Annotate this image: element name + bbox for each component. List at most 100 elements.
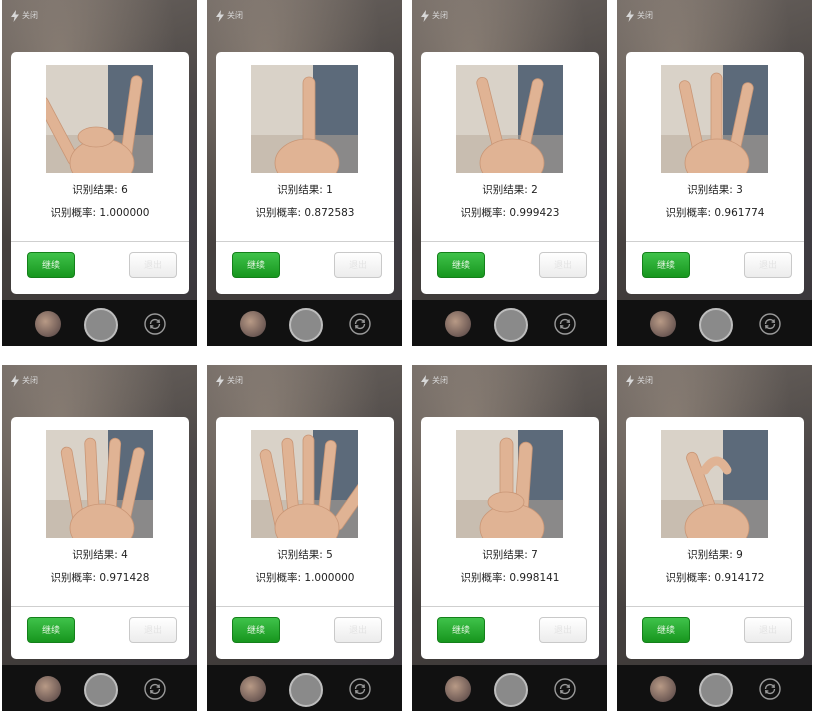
close-label[interactable]: 关闭	[432, 10, 448, 22]
camera-controls	[412, 300, 607, 346]
phone-screen-7: 关闭 识别结果: 7 识别概率: 0.998141 继续 退出	[412, 365, 607, 711]
recognition-result: 识别结果: 3	[626, 182, 804, 197]
probability-label: 识别概率:	[460, 207, 510, 219]
exit-button[interactable]: 退出	[334, 617, 382, 643]
gallery-thumbnail[interactable]	[650, 311, 676, 337]
shutter-button[interactable]	[84, 308, 118, 342]
result-label: 识别结果:	[482, 549, 532, 561]
exit-button[interactable]: 退出	[539, 252, 587, 278]
gallery-thumbnail[interactable]	[35, 676, 61, 702]
continue-button[interactable]: 继续	[27, 617, 75, 643]
exit-button[interactable]: 退出	[129, 252, 177, 278]
top-bar[interactable]: 关闭	[625, 9, 653, 23]
gesture-photo	[456, 65, 563, 173]
recognition-probability: 识别概率: 0.961774	[626, 205, 804, 220]
gesture-photo	[456, 430, 563, 538]
shutter-button[interactable]	[699, 308, 733, 342]
exit-button[interactable]: 退出	[129, 617, 177, 643]
continue-button[interactable]: 继续	[232, 617, 280, 643]
recognition-result: 识别结果: 6	[11, 182, 189, 197]
continue-button[interactable]: 继续	[642, 617, 690, 643]
result-label: 识别结果:	[687, 184, 737, 196]
switch-camera-icon[interactable]	[759, 313, 781, 335]
camera-controls	[2, 300, 197, 346]
switch-camera-icon[interactable]	[759, 678, 781, 700]
recognition-result: 识别结果: 2	[421, 182, 599, 197]
result-dialog: 识别结果: 1 识别概率: 0.872583 继续 退出	[216, 52, 394, 294]
gallery-thumbnail[interactable]	[35, 311, 61, 337]
result-label: 识别结果:	[687, 549, 737, 561]
continue-button[interactable]: 继续	[27, 252, 75, 278]
exit-button[interactable]: 退出	[539, 617, 587, 643]
result-value: 9	[736, 549, 743, 561]
shutter-button[interactable]	[699, 673, 733, 707]
top-bar[interactable]: 关闭	[420, 9, 448, 23]
close-label[interactable]: 关闭	[432, 375, 448, 387]
dialog-divider	[11, 606, 189, 607]
phone-screen-5: 关闭 识别结果: 4 识别概率: 0.971428 继续 退出	[2, 365, 197, 711]
exit-button[interactable]: 退出	[744, 617, 792, 643]
top-bar[interactable]: 关闭	[10, 9, 38, 23]
close-label[interactable]: 关闭	[227, 375, 243, 387]
switch-camera-icon[interactable]	[554, 678, 576, 700]
phone-screen-1: 关闭 识别结果: 6 识别概率: 1.000000 继续 退出	[2, 0, 197, 346]
exit-button[interactable]: 退出	[744, 252, 792, 278]
result-value: 7	[531, 549, 538, 561]
gesture-photo	[251, 430, 358, 538]
close-label[interactable]: 关闭	[22, 375, 38, 387]
top-bar[interactable]: 关闭	[215, 9, 243, 23]
shutter-button[interactable]	[289, 673, 323, 707]
probability-label: 识别概率:	[460, 572, 510, 584]
gallery-thumbnail[interactable]	[445, 311, 471, 337]
result-label: 识别结果:	[277, 184, 327, 196]
shutter-button[interactable]	[84, 673, 118, 707]
flash-icon[interactable]	[625, 375, 635, 387]
gallery-thumbnail[interactable]	[240, 676, 266, 702]
top-bar[interactable]: 关闭	[215, 374, 243, 388]
result-value: 5	[326, 549, 333, 561]
shutter-button[interactable]	[494, 673, 528, 707]
top-bar[interactable]: 关闭	[10, 374, 38, 388]
recognition-result: 识别结果: 4	[11, 547, 189, 562]
flash-icon[interactable]	[420, 375, 430, 387]
gallery-thumbnail[interactable]	[240, 311, 266, 337]
probability-label: 识别概率:	[50, 572, 100, 584]
flash-icon[interactable]	[10, 375, 20, 387]
result-dialog: 识别结果: 9 识别概率: 0.914172 继续 退出	[626, 417, 804, 659]
gallery-thumbnail[interactable]	[650, 676, 676, 702]
close-label[interactable]: 关闭	[637, 375, 653, 387]
result-label: 识别结果:	[72, 549, 122, 561]
phone-screen-2: 关闭 识别结果: 1 识别概率: 0.872583 继续 退出	[207, 0, 402, 346]
dialog-divider	[626, 241, 804, 242]
continue-button[interactable]: 继续	[437, 617, 485, 643]
shutter-button[interactable]	[289, 308, 323, 342]
switch-camera-icon[interactable]	[554, 313, 576, 335]
dialog-divider	[11, 241, 189, 242]
flash-icon[interactable]	[10, 10, 20, 22]
gallery-thumbnail[interactable]	[445, 676, 471, 702]
close-label[interactable]: 关闭	[227, 10, 243, 22]
close-label[interactable]: 关闭	[22, 10, 38, 22]
exit-button[interactable]: 退出	[334, 252, 382, 278]
phone-screen-4: 关闭 识别结果: 3 识别概率: 0.961774 继续 退出	[617, 0, 812, 346]
camera-controls	[207, 300, 402, 346]
continue-button[interactable]: 继续	[232, 252, 280, 278]
gesture-photo	[46, 65, 153, 173]
camera-controls	[2, 665, 197, 711]
continue-button[interactable]: 继续	[437, 252, 485, 278]
result-dialog: 识别结果: 2 识别概率: 0.999423 继续 退出	[421, 52, 599, 294]
continue-button[interactable]: 继续	[642, 252, 690, 278]
top-bar[interactable]: 关闭	[420, 374, 448, 388]
flash-icon[interactable]	[215, 375, 225, 387]
result-dialog: 识别结果: 3 识别概率: 0.961774 继续 退出	[626, 52, 804, 294]
switch-camera-icon[interactable]	[144, 313, 166, 335]
shutter-button[interactable]	[494, 308, 528, 342]
flash-icon[interactable]	[420, 10, 430, 22]
switch-camera-icon[interactable]	[144, 678, 166, 700]
switch-camera-icon[interactable]	[349, 313, 371, 335]
switch-camera-icon[interactable]	[349, 678, 371, 700]
close-label[interactable]: 关闭	[637, 10, 653, 22]
flash-icon[interactable]	[215, 10, 225, 22]
top-bar[interactable]: 关闭	[625, 374, 653, 388]
flash-icon[interactable]	[625, 10, 635, 22]
